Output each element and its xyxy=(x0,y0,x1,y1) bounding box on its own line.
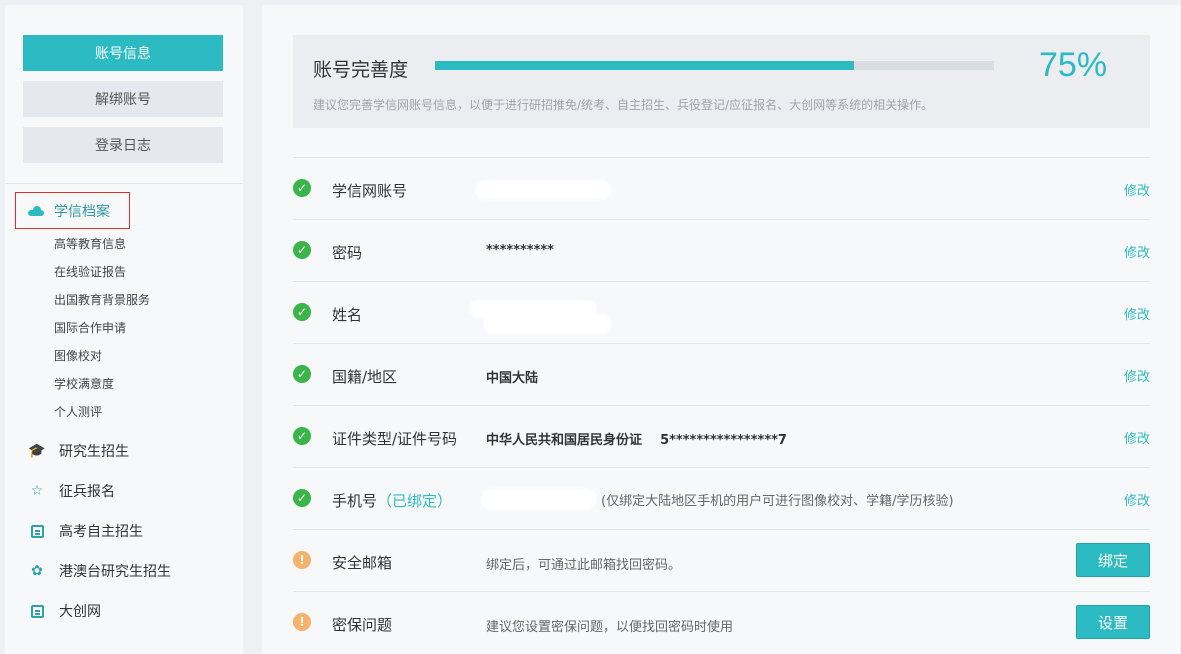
sidebar-item-archive[interactable]: 学信档案 xyxy=(15,192,130,229)
phone-label: 手机号 xyxy=(332,492,378,510)
star-icon: ☆ xyxy=(30,483,44,499)
sidebar-item-hk-macau-taiwan[interactable]: ✿ 港澳台研究生招生 xyxy=(29,561,171,581)
sidebar: 账号信息 解绑账号 登录日志 学信档案 高等教育信息 在线验证报告 出国教育背景… xyxy=(5,5,243,654)
check-icon: ✓ xyxy=(293,303,311,321)
sidebar-item-independent-enrollment[interactable]: 高考自主招生 xyxy=(29,521,143,541)
sidebar-item-dachuang[interactable]: 大创网 xyxy=(29,601,101,621)
completeness-progress-fill xyxy=(435,61,855,70)
main-panel: 账号完善度 75% 建议您完善学信网账号信息，以便于进行研招推免/统考、自主招生… xyxy=(262,5,1180,654)
warning-icon: ! xyxy=(293,551,311,569)
sidebar-subitem-higher-education[interactable]: 高等教育信息 xyxy=(54,235,126,252)
field-label: 密保问题 xyxy=(332,616,393,634)
account-info-button[interactable]: 账号信息 xyxy=(23,35,223,71)
field-row-name: ✓ 姓名 修改 xyxy=(293,281,1150,343)
completeness-percent: 75% xyxy=(1039,46,1108,84)
edit-password-link[interactable]: 修改 xyxy=(1124,242,1150,261)
warning-icon: ! xyxy=(293,613,311,631)
sidebar-subitem-overseas-service[interactable]: 出国教育背景服务 xyxy=(54,291,150,308)
field-row-nationality: ✓ 国籍/地区 中国大陆 修改 xyxy=(293,343,1150,405)
sidebar-item-graduate-admission[interactable]: 🎓 研究生招生 xyxy=(28,441,129,461)
redacted-value xyxy=(475,180,611,200)
check-icon: ✓ xyxy=(293,179,311,197)
nationality-value: 中国大陆 xyxy=(486,371,539,386)
completeness-title: 账号完善度 xyxy=(313,59,409,81)
sidebar-subitem-school-satisfaction[interactable]: 学校满意度 xyxy=(54,375,114,392)
field-label: 密码 xyxy=(332,244,363,262)
field-label: 手机号（已绑定） xyxy=(332,490,452,511)
sidebar-item-label: 征兵报名 xyxy=(59,484,115,500)
redacted-value xyxy=(481,488,597,510)
sidebar-item-label: 学信档案 xyxy=(54,203,110,220)
edit-name-link[interactable]: 修改 xyxy=(1124,304,1150,323)
completeness-panel: 账号完善度 75% 建议您完善学信网账号信息，以便于进行研招推免/统考、自主招生… xyxy=(293,35,1150,128)
field-row-phone: ✓ 手机号（已绑定） (仅绑定大陆地区手机的用户可进行图像校对、学籍/学历核验)… xyxy=(293,467,1150,529)
completeness-progress-bar xyxy=(435,61,994,70)
sidebar-item-conscription[interactable]: ☆ 征兵报名 xyxy=(29,481,115,501)
sidebar-subitem-image-proofreading[interactable]: 图像校对 xyxy=(54,347,102,364)
sidebar-divider xyxy=(5,183,243,184)
field-label: 姓名 xyxy=(332,306,363,324)
bind-email-button[interactable]: 绑定 xyxy=(1076,543,1150,577)
check-icon: ✓ xyxy=(293,489,311,507)
field-row-security-email: ! 安全邮箱 绑定后，可通过此邮箱找回密码。 绑定 xyxy=(293,529,1150,591)
check-icon: ✓ xyxy=(293,427,311,445)
unbind-account-button[interactable]: 解绑账号 xyxy=(23,81,223,117)
sidebar-item-label: 研究生招生 xyxy=(59,444,129,460)
check-icon: ✓ xyxy=(293,365,311,383)
field-label: 证件类型/证件号码 xyxy=(332,430,458,448)
field-row-security-question: ! 密保问题 建议您设置密保问题，以便找回密码时使用 设置 xyxy=(293,591,1150,653)
set-question-button[interactable]: 设置 xyxy=(1076,605,1150,639)
field-label: 国籍/地区 xyxy=(332,368,398,386)
check-icon: ✓ xyxy=(293,241,311,259)
sidebar-item-label: 港澳台研究生招生 xyxy=(59,564,171,580)
field-row-id-document: ✓ 证件类型/证件号码 中华人民共和国居民身份证 5**************… xyxy=(293,405,1150,467)
cloud-icon xyxy=(28,205,44,216)
id-document-value: 中华人民共和国居民身份证 5****************7 xyxy=(486,433,787,448)
field-row-account: ✓ 学信网账号 修改 xyxy=(293,157,1150,219)
board-icon xyxy=(29,603,45,619)
sidebar-subitem-verification-report[interactable]: 在线验证报告 xyxy=(54,263,126,280)
edit-id-document-link[interactable]: 修改 xyxy=(1124,428,1150,447)
field-row-password: ✓ 密码 ********** 修改 xyxy=(293,219,1150,281)
login-log-button[interactable]: 登录日志 xyxy=(23,127,223,163)
field-label: 学信网账号 xyxy=(332,182,408,200)
completeness-hint: 建议您完善学信网账号信息，以便于进行研招推免/统考、自主招生、兵役登记/应征报名… xyxy=(313,98,934,112)
graduation-cap-icon: 🎓 xyxy=(28,443,46,459)
redacted-value xyxy=(483,314,611,334)
edit-nationality-link[interactable]: 修改 xyxy=(1124,366,1150,385)
field-label: 安全邮箱 xyxy=(332,554,393,572)
edit-account-link[interactable]: 修改 xyxy=(1124,180,1150,199)
sidebar-subitem-personal-assessment[interactable]: 个人测评 xyxy=(54,403,102,420)
security-email-note: 绑定后，可通过此邮箱找回密码。 xyxy=(486,558,682,573)
phone-note: (仅绑定大陆地区手机的用户可进行图像校对、学籍/学历核验) xyxy=(601,494,954,509)
edit-phone-link[interactable]: 修改 xyxy=(1124,490,1150,509)
sidebar-item-label: 大创网 xyxy=(59,604,101,620)
password-value: ********** xyxy=(486,243,554,258)
phone-bound-tag: （已绑定） xyxy=(377,492,453,510)
sidebar-subitem-international-cooperation[interactable]: 国际合作申请 xyxy=(54,319,126,336)
notebook-icon xyxy=(29,523,45,539)
flower-icon: ✿ xyxy=(31,563,43,579)
sidebar-item-label: 高考自主招生 xyxy=(59,524,143,540)
account-fields: ✓ 学信网账号 修改 ✓ 密码 ********** 修改 ✓ 姓名 修改 ✓ … xyxy=(293,157,1150,653)
security-question-note: 建议您设置密保问题，以便找回密码时使用 xyxy=(486,620,734,635)
